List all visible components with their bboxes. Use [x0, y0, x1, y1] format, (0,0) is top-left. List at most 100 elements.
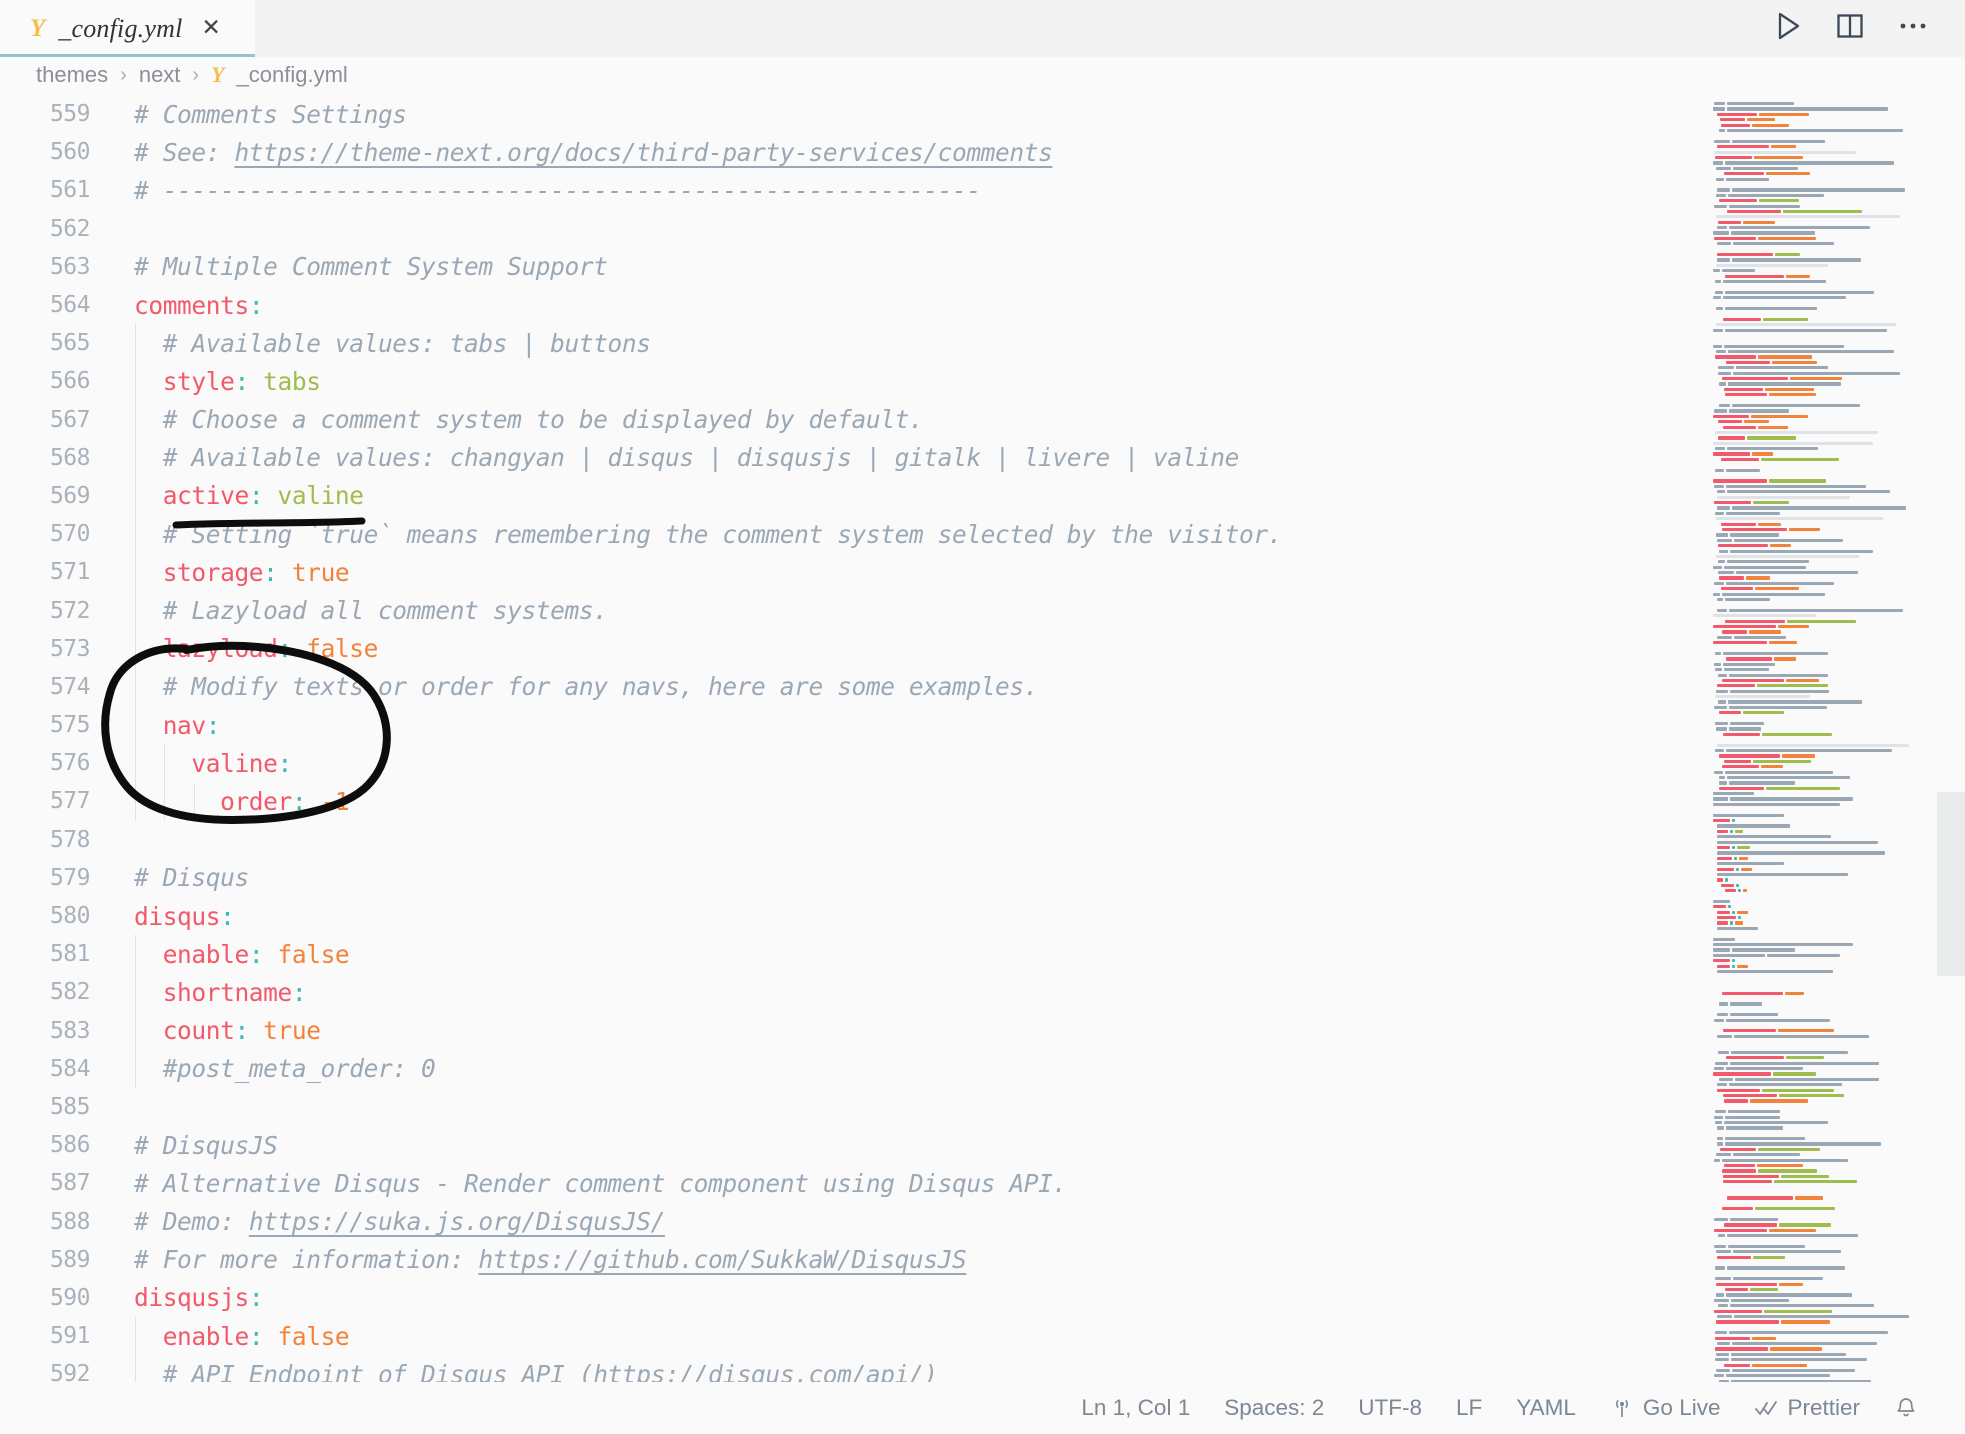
token-cm: # Comments Settings [134, 99, 407, 129]
line-number: 573 [49, 635, 91, 662]
line-number: 583 [49, 1017, 91, 1044]
code-line[interactable]: 567 # Choose a comment system to be disp… [0, 401, 1703, 439]
code-line-content: # Setting `true` means remembering the c… [112, 520, 1703, 549]
code-line[interactable]: 559 # Comments Settings [0, 95, 1703, 133]
line-number: 578 [49, 826, 91, 853]
status-label: Prettier [1787, 1395, 1860, 1420]
close-icon[interactable]: ✕ [202, 17, 221, 40]
code-line[interactable]: 582 shortname: [0, 973, 1703, 1011]
token-lnk[interactable]: https://suka.js.org/DisqusJS/ [249, 1207, 666, 1236]
token-key: lazyload [134, 634, 278, 664]
code-line[interactable]: 575 nav: [0, 706, 1703, 744]
code-line[interactable]: 568 # Available values: changyan | disqu… [0, 439, 1703, 477]
code-line[interactable]: 580 disqus: [0, 897, 1703, 935]
token-key: style [134, 366, 235, 396]
status-notifications[interactable] [1877, 1382, 1935, 1434]
code-line[interactable]: 587 # Alternative Disqus - Render comment… [0, 1164, 1703, 1202]
token-cm: # Setting `true` means remembering the c… [134, 519, 1283, 549]
status-prettier[interactable]: Prettier [1737, 1382, 1877, 1434]
token-col: : [205, 710, 221, 740]
code-line[interactable]: 586 # DisqusJS [0, 1126, 1703, 1164]
token-lnk[interactable]: https://github.com/SukkaW/DisqusJS [478, 1245, 966, 1274]
line-number: 584 [49, 1055, 91, 1082]
status-indentation[interactable]: Spaces: 2 [1207, 1382, 1341, 1434]
status-label: UTF-8 [1358, 1395, 1423, 1420]
status-go-live[interactable]: Go Live [1593, 1382, 1738, 1434]
code-line[interactable]: 561 # -----------------------------------… [0, 171, 1703, 209]
code-line[interactable]: 585 [0, 1088, 1703, 1126]
play-triangle-icon[interactable] [1775, 11, 1803, 46]
code-line[interactable]: 588 # Demo: https://suka.js.org/DisqusJS/ [0, 1202, 1703, 1240]
code-line[interactable]: 583 count: true [0, 1012, 1703, 1050]
code-line[interactable]: 589 # For more information: https://githu… [0, 1241, 1703, 1279]
token-col: : [248, 939, 264, 969]
line-number: 568 [49, 444, 91, 471]
code-line[interactable]: 560 # See: https://theme-next.org/docs/th… [0, 133, 1703, 171]
code-line-content: count: true [112, 1016, 1703, 1045]
code-line-content: # Modify texts or order for any navs, he… [112, 672, 1703, 701]
breadcrumb-item-file[interactable]: _config.yml [237, 62, 348, 88]
code-line[interactable]: 592 # API Endpoint of Disqus API (https:… [0, 1355, 1703, 1382]
breadcrumb-item-next[interactable]: next [139, 62, 181, 88]
line-number: 571 [49, 559, 91, 586]
code-line-content: enable: false [112, 1322, 1703, 1351]
code-line[interactable]: 566 style: tabs [0, 362, 1703, 400]
split-editor-icon[interactable] [1835, 11, 1865, 46]
code-line[interactable]: 579 # Disqus [0, 859, 1703, 897]
token-cm: # DisqusJS [134, 1130, 278, 1160]
status-end-of-line[interactable]: LF [1439, 1382, 1499, 1434]
code-editor[interactable]: 559 # Comments Settings 560 # See: https://… [0, 93, 1703, 1382]
code-line[interactable]: 569 active: valine [0, 477, 1703, 515]
editor-tab-config-yml[interactable]: Y _config.yml ✕ [0, 0, 255, 57]
line-number: 590 [49, 1284, 91, 1311]
code-line-content: # For more information: https://github.c… [112, 1245, 1703, 1274]
breadcrumb-item-themes[interactable]: themes [36, 62, 108, 88]
code-line[interactable]: 562 [0, 210, 1703, 248]
code-line[interactable]: 577 order: -1 [0, 782, 1703, 820]
code-line[interactable]: 574 # Modify texts or order for any navs… [0, 668, 1703, 706]
minimap[interactable] [1703, 93, 1965, 1382]
code-line-content: disqus: [112, 902, 1703, 931]
code-line[interactable]: 573 lazyload: false [0, 630, 1703, 668]
token-cm: # Choose a comment system to be displaye… [134, 405, 924, 435]
code-line[interactable]: 590 disqusjs: [0, 1279, 1703, 1317]
code-line[interactable]: 581 enable: false [0, 935, 1703, 973]
token-key: valine [134, 748, 278, 778]
status-label: YAML [1516, 1395, 1576, 1420]
code-line[interactable]: 578 [0, 821, 1703, 859]
ellipsis-icon[interactable] [1897, 11, 1929, 46]
token-cm: # Multiple Comment System Support [134, 252, 608, 282]
token-col: : [263, 557, 278, 587]
code-line[interactable]: 565 # Available values: tabs | buttons [0, 324, 1703, 362]
token-cm: # API Endpoint of Disqus API (https://di… [134, 1359, 938, 1382]
code-line-content: # Comments Settings [112, 100, 1703, 129]
status-label: Spaces: 2 [1224, 1395, 1325, 1420]
code-line-content: # Alternative Disqus - Render comment co… [112, 1169, 1703, 1198]
token-key: disqusjs [134, 1283, 249, 1313]
token-col: : [248, 290, 264, 320]
status-language-mode[interactable]: YAML [1499, 1382, 1593, 1434]
code-line[interactable]: 571 storage: true [0, 553, 1703, 591]
code-line[interactable]: 564 comments: [0, 286, 1703, 324]
token-lnk[interactable]: https://theme-next.org/docs/third-party-… [234, 138, 1052, 167]
code-line[interactable]: 563 # Multiple Comment System Support [0, 248, 1703, 286]
editor-scrollbar[interactable] [1937, 792, 1965, 976]
token-key: comments [134, 290, 249, 320]
code-line-content: # See: https://theme-next.org/docs/third… [112, 138, 1703, 167]
code-line[interactable]: 572 # Lazyload all comment systems. [0, 591, 1703, 629]
status-encoding[interactable]: UTF-8 [1341, 1382, 1439, 1434]
token-col: : [234, 1016, 249, 1046]
minimap-line [1711, 1379, 1965, 1382]
token-col: : [220, 901, 235, 931]
indent-guide [164, 744, 166, 821]
code-line[interactable]: 591 enable: false [0, 1317, 1703, 1355]
token-cm: # Modify texts or order for any navs, he… [134, 672, 1039, 702]
status-cursor-position[interactable]: Ln 1, Col 1 [1064, 1382, 1207, 1434]
code-line[interactable]: 576 valine: [0, 744, 1703, 782]
code-line[interactable]: 570 # Setting `true` means remembering t… [0, 515, 1703, 553]
code-line[interactable]: 584 #post_meta_order: 0 [0, 1050, 1703, 1088]
token-key: count [134, 1016, 235, 1046]
line-number: 563 [49, 253, 91, 280]
line-number: 588 [49, 1208, 91, 1235]
line-number: 565 [49, 330, 91, 357]
